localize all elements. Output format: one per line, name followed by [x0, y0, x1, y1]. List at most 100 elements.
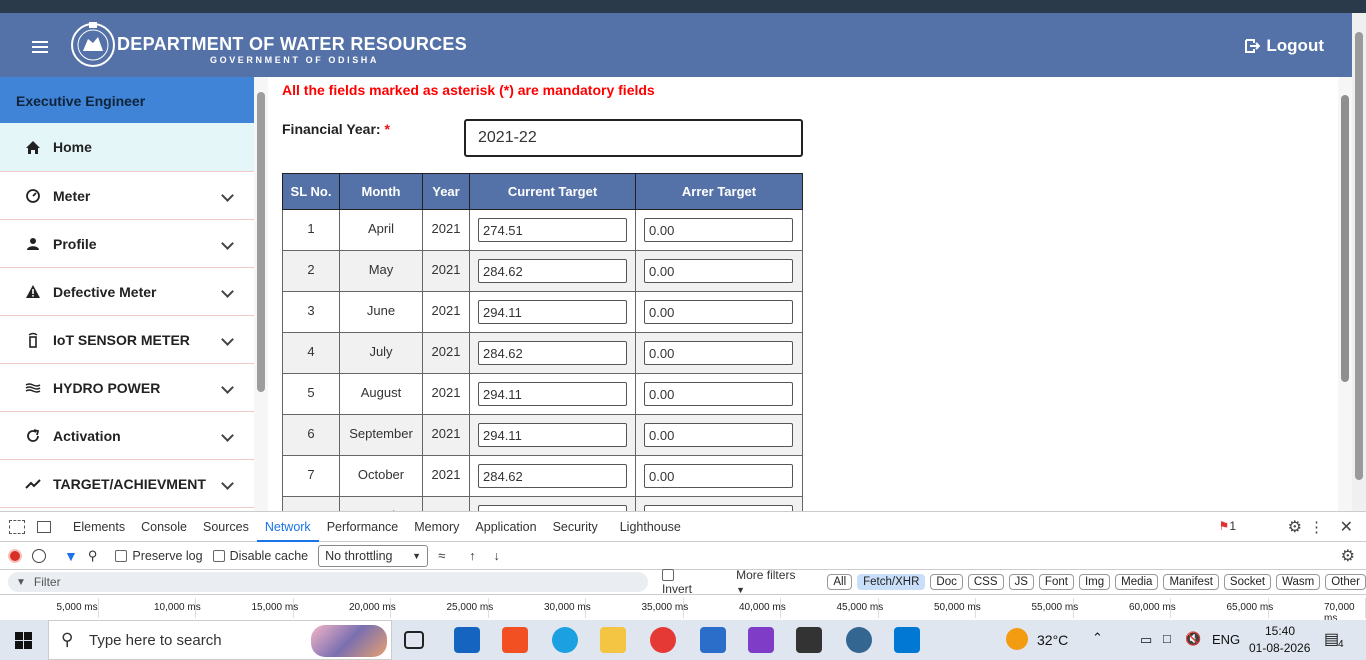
device-toolbar-icon[interactable]: [37, 520, 51, 533]
clear-icon[interactable]: [32, 548, 46, 563]
current-target-input[interactable]: 294.11: [478, 300, 627, 324]
volume-mute-icon[interactable]: 🔇: [1185, 631, 1201, 647]
show-hidden-icons-icon[interactable]: ⌃: [1092, 630, 1103, 646]
language-indicator[interactable]: ENG: [1212, 632, 1240, 647]
tab-memory[interactable]: Memory: [406, 512, 467, 542]
battery-icon[interactable]: ▭: [1140, 632, 1152, 648]
network-settings-icon[interactable]: ⚙: [1341, 546, 1355, 566]
sidebar-item-iot-sensor-meter[interactable]: IoT SENSOR METER: [0, 316, 254, 364]
arrer-target-input[interactable]: 0.00: [644, 464, 793, 488]
filter-icon[interactable]: ▼: [64, 548, 78, 564]
filter-input[interactable]: ▼ Filter: [8, 572, 648, 592]
postgresql-icon[interactable]: [846, 627, 872, 653]
file-explorer-icon[interactable]: [600, 627, 626, 653]
filter-chip-other[interactable]: Other: [1325, 574, 1366, 590]
invert-checkbox[interactable]: Invert: [661, 568, 708, 596]
arrer-target-input[interactable]: 0.00: [644, 382, 793, 406]
search-icon[interactable]: ⚲: [88, 548, 98, 564]
terminal-icon[interactable]: [796, 627, 822, 653]
content-scrollbar-thumb[interactable]: [1341, 95, 1349, 382]
sidebar-item-profile[interactable]: Profile: [0, 220, 254, 268]
clock-time[interactable]: 15:40: [1265, 624, 1295, 638]
app-icon[interactable]: [700, 627, 726, 653]
sidebar-item-target-achievment[interactable]: TARGET/ACHIEVMENT: [0, 460, 254, 508]
close-icon[interactable]: ✕: [1340, 517, 1353, 537]
arrer-target-input[interactable]: 0.00: [644, 300, 793, 324]
current-target-input[interactable]: 284.62: [478, 341, 627, 365]
chrome-icon[interactable]: [650, 627, 676, 653]
tab-sources[interactable]: Sources: [195, 512, 257, 542]
current-target-input[interactable]: 294.11: [478, 423, 627, 447]
arrer-target-input[interactable]: 0.00: [644, 341, 793, 365]
more-filters-dropdown[interactable]: More filters ▼: [736, 568, 806, 596]
sidebar-item-meter[interactable]: Meter: [0, 172, 254, 220]
disable-cache-checkbox[interactable]: Disable cache: [212, 549, 308, 563]
filter-chip-media[interactable]: Media: [1115, 574, 1159, 590]
export-har-icon[interactable]: ↓: [493, 549, 499, 563]
year-cell: 2021: [422, 291, 470, 333]
sidebar-scrollbar-thumb[interactable]: [257, 92, 265, 392]
filter-chip-manifest[interactable]: Manifest: [1163, 574, 1219, 590]
financial-year-select[interactable]: 2021-22: [464, 119, 803, 157]
sidebar-item-activation[interactable]: Activation: [0, 412, 254, 460]
network-conditions-icon[interactable]: ≈: [438, 548, 445, 563]
filter-chip-js[interactable]: JS: [1008, 574, 1034, 590]
tab-console[interactable]: Console: [133, 512, 195, 542]
filter-chip-font[interactable]: Font: [1038, 574, 1074, 590]
temperature-label[interactable]: 32°C: [1037, 632, 1068, 648]
filter-chip-socket[interactable]: Socket: [1223, 574, 1272, 590]
filter-chip-css[interactable]: CSS: [967, 574, 1004, 590]
arrer-target-input[interactable]: 0.00: [644, 218, 793, 242]
current-target-input[interactable]: 294.11: [478, 382, 627, 406]
window-scrollbar-thumb[interactable]: [1355, 32, 1363, 480]
filter-chip-wasm[interactable]: Wasm: [1276, 574, 1321, 590]
windows-start-icon[interactable]: [15, 632, 32, 649]
outlook-icon[interactable]: [454, 627, 480, 653]
tab-application[interactable]: Application: [467, 512, 544, 542]
tab-performance[interactable]: Performance: [319, 512, 407, 542]
preserve-log-checkbox[interactable]: Preserve log: [115, 549, 203, 563]
filter-chip-doc[interactable]: Doc: [930, 574, 963, 590]
filter-chip-img[interactable]: Img: [1078, 574, 1111, 590]
taskbar-search-box[interactable]: ⚲ Type here to search: [48, 620, 392, 660]
more-options-icon[interactable]: ⋮: [1309, 518, 1324, 536]
weather-icon[interactable]: [1006, 628, 1028, 650]
current-target-input[interactable]: 274.51: [478, 218, 627, 242]
record-icon[interactable]: [8, 548, 22, 563]
issues-badge[interactable]: ⚑1: [1219, 519, 1236, 533]
devtools-settings-icon[interactable]: ⚙: [1288, 517, 1302, 537]
throttling-select[interactable]: No throttling ▼: [318, 544, 429, 567]
chevron-down-icon[interactable]: [221, 237, 234, 250]
filter-chip-fetch-xhr[interactable]: Fetch/XHR: [857, 574, 926, 590]
clock-date[interactable]: 01-08-2026: [1249, 641, 1310, 655]
notification-icon[interactable]: ▤: [1324, 629, 1339, 649]
chevron-down-icon[interactable]: [221, 333, 234, 346]
tab-network[interactable]: Network: [256, 512, 319, 542]
task-view-icon[interactable]: [404, 631, 424, 649]
chevron-down-icon[interactable]: [221, 477, 234, 490]
logout-button[interactable]: Logout: [1244, 36, 1324, 56]
inspect-element-icon[interactable]: [9, 519, 25, 534]
sidebar-item-home[interactable]: Home: [0, 123, 254, 172]
current-target-input[interactable]: 284.62: [478, 259, 627, 283]
tab-elements[interactable]: Elements: [65, 512, 133, 542]
tab-lighthouse[interactable]: Lighthouse: [612, 512, 689, 542]
vscode-icon[interactable]: [894, 627, 920, 653]
arrer-target-input[interactable]: 0.00: [644, 259, 793, 283]
import-har-icon[interactable]: ↑: [469, 549, 475, 563]
current-target-input[interactable]: 284.62: [478, 464, 627, 488]
arrer-target-input[interactable]: 0.00: [644, 423, 793, 447]
chevron-down-icon[interactable]: [221, 189, 234, 202]
sidebar-item-defective-meter[interactable]: Defective Meter: [0, 268, 254, 316]
filter-chip-all[interactable]: All: [827, 574, 853, 590]
visual-studio-icon[interactable]: [748, 627, 774, 653]
store-icon[interactable]: [502, 627, 528, 653]
network-icon[interactable]: □: [1163, 631, 1171, 646]
sidebar-item-hydro-power[interactable]: HYDRO POWER: [0, 364, 254, 412]
chevron-down-icon[interactable]: [221, 285, 234, 298]
edge-icon[interactable]: [552, 627, 578, 653]
chevron-down-icon[interactable]: [221, 381, 234, 394]
chevron-down-icon[interactable]: [221, 429, 234, 442]
tab-security[interactable]: Security: [545, 512, 606, 542]
menu-icon[interactable]: [32, 41, 48, 53]
